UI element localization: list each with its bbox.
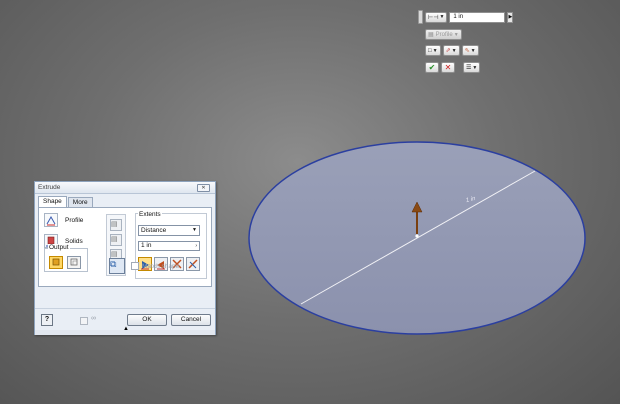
new-solid-button[interactable]: ⧉ [109,258,125,274]
output-dropdown-button[interactable]: □ ▼ [425,45,441,56]
distance-options-arrow[interactable]: ▶ [507,11,514,23]
match-shape-label: Match shape [142,262,180,270]
chevron-down-icon: ▼ [432,47,438,54]
surface-body-icon [70,258,78,266]
taper-dropdown-button[interactable]: ⇖ ▼ [461,45,479,56]
join-button[interactable]: ▤ [110,219,122,231]
taper-icon: ⇖ [464,48,470,54]
extrude-dialog: Extrude ✕ Shape More Profile Solids Outp… [34,181,216,335]
distance-input[interactable]: 1 in [449,11,506,23]
profile-label: Profile [435,31,453,38]
cut-button[interactable]: ▤ [110,234,122,246]
extents-select[interactable]: Distance ▼ [138,225,200,236]
checkmark-icon: ✔ [428,63,436,72]
options-menu-button[interactable]: ☰ ▼ [463,62,481,73]
profile-icon: ▦ [428,32,434,38]
chevron-down-icon: ▼ [439,14,445,20]
chevron-down-icon: ▼ [451,47,457,54]
dialog-close-button[interactable]: ✕ [197,184,210,192]
help-button[interactable]: ? [41,314,53,326]
output-group: Output [44,244,88,272]
chevron-right-icon: › [195,243,197,249]
shape-panel: Profile Solids Output ▤ ▤ ▤ ⧉ Extents Di… [38,207,212,287]
chevron-down-icon: ▼ [192,227,197,233]
profile-dropdown-button[interactable]: ▦ Profile ▼ [425,29,462,40]
cancel-button[interactable]: Cancel [171,314,211,326]
chevron-down-icon: ▼ [470,47,476,54]
direction-dropdown-button[interactable]: ⇗ ▼ [442,45,460,56]
chevron-down-icon: ▼ [472,64,478,71]
output-icon: □ [428,47,432,54]
ok-button[interactable]: OK [127,314,167,326]
match-shape-checkbox[interactable] [131,262,139,270]
extents-label: Extents [138,211,162,218]
expand-triangle-icon: ▲ [123,326,129,332]
join-icon: ▤ [111,221,118,228]
output-label: Output [48,244,70,251]
direction-icon: ⇗ [445,48,451,54]
chevron-right-icon: ▶ [508,13,513,20]
new-solid-icon: ⧉ [110,259,117,269]
help-icon: ? [44,316,50,323]
menu-icon: ☰ [466,65,472,71]
dialog-title: Extrude [38,184,61,191]
preview-checkbox[interactable] [80,317,88,325]
extents-dropdown-button[interactable]: ⊢⊣ ▼ [425,11,448,23]
profile-select-button[interactable] [44,213,58,227]
dialog-title-bar[interactable]: Extrude ✕ [35,182,215,194]
cut-icon: ▤ [111,236,118,243]
preview-glasses-icon: ∞ [91,315,96,322]
match-shape-option[interactable]: Match shape [131,262,179,270]
extents-icon: ⊢⊣ [428,14,439,21]
output-solid-button[interactable] [49,256,63,269]
profile-center-point[interactable] [415,234,419,238]
direction-asymmetric-icon [188,259,198,269]
distance-field[interactable]: 1 in › [138,241,200,251]
ok-button[interactable]: ✔ [425,62,439,73]
close-icon: ✕ [444,63,452,72]
profile-select-icon [46,215,56,226]
toolbar-grip-handle[interactable] [418,10,423,24]
extents-select-value: Distance [141,227,167,234]
intersect-icon: ▤ [111,251,118,258]
cancel-button[interactable]: ✕ [441,62,455,73]
solid-body-icon [52,258,60,266]
output-surface-button[interactable] [67,256,81,269]
distance-field-value: 1 in [141,242,152,249]
profile-label: Profile [65,216,84,224]
dialog-expander[interactable]: ▲ [35,326,215,335]
close-icon: ✕ [201,185,206,191]
chevron-down-icon: ▼ [453,31,459,38]
direction-asymmetric-button[interactable] [186,257,200,271]
